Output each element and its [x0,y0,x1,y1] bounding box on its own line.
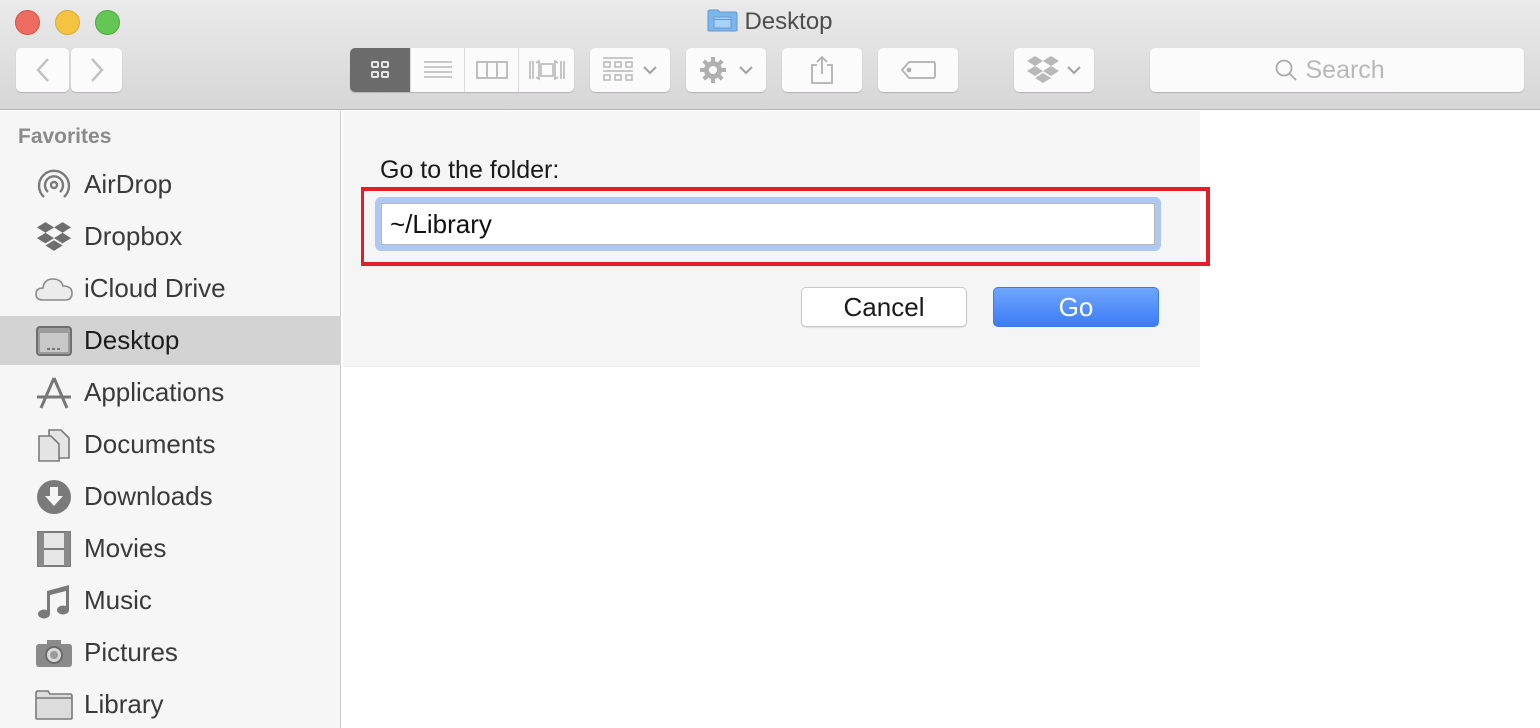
folder-path-input[interactable] [381,203,1155,245]
sidebar-item-label: Documents [84,429,216,459]
sidebar-item-icloud-drive[interactable]: iCloud Drive [0,264,341,313]
chevron-down-icon [739,66,753,75]
sidebar-item-label: Dropbox [84,221,183,251]
folder-icon [35,686,73,724]
sidebar-item-label: Applications [84,377,225,407]
grid-arrange-icon [603,57,633,81]
sidebar-item-airdrop[interactable]: AirDrop [0,160,341,209]
dropbox-icon [1027,56,1059,83]
applications-icon [35,374,73,412]
chevron-down-icon [1067,66,1081,75]
sidebar-item-label: Library [84,689,164,719]
icon-view-button[interactable] [350,48,410,92]
cancel-button[interactable]: Cancel [801,287,967,327]
sidebar-item-label: Music [84,585,152,615]
sidebar-heading-favorites: Favorites [18,125,112,148]
sidebar-item-pictures[interactable]: Pictures [0,628,341,677]
share-icon [811,55,833,84]
desktop-icon [35,322,73,360]
tag-button[interactable] [878,48,958,92]
music-note-icon [35,582,73,620]
go-button[interactable]: Go [993,287,1159,327]
sidebar: Favorites AirDrop Dropbox iCloud Drive D… [0,111,341,728]
dropbox-toolbar-button[interactable] [1014,48,1094,92]
action-button[interactable] [686,48,766,92]
chevron-right-icon [90,58,104,82]
sidebar-item-label: Pictures [84,637,178,667]
sidebar-item-movies[interactable]: Movies [0,524,341,573]
sidebar-item-label: Downloads [84,481,213,511]
camera-icon [35,634,73,672]
column-view-button[interactable] [464,48,518,92]
share-button[interactable] [782,48,862,92]
sidebar-item-label: AirDrop [84,169,173,199]
dropbox-icon [35,218,73,256]
sidebar-item-desktop[interactable]: Desktop [0,316,341,365]
tag-icon [900,61,936,79]
sidebar-item-label: iCloud Drive [84,273,226,303]
sidebar-item-music[interactable]: Music [0,576,341,625]
column-view-icon [475,61,508,79]
sidebar-item-dropbox[interactable]: Dropbox [0,212,341,261]
airdrop-icon [35,166,73,204]
gear-icon [700,57,726,83]
cover-flow-view-button[interactable] [518,48,574,92]
window-title-text: Desktop [744,8,833,35]
search-icon [1275,59,1297,81]
sidebar-item-applications[interactable]: Applications [0,368,341,417]
toolbar: Desktop [0,0,1540,110]
sidebar-item-label: Desktop [84,325,180,355]
back-button[interactable] [16,48,69,92]
window-title: Desktop [0,8,1540,36]
forward-button[interactable] [71,48,122,92]
search-input[interactable] [1305,55,1401,85]
desktop-folder-icon [707,8,738,32]
sidebar-item-downloads[interactable]: Downloads [0,472,341,521]
list-view-button[interactable] [410,48,464,92]
documents-icon [35,426,73,464]
finder-window: Desktop Search Favorites AirDrop Dropbox… [0,0,1540,728]
sidebar-item-library[interactable]: Library [0,680,341,728]
downloads-icon [35,478,73,516]
icon-view-icon [371,61,389,78]
arrange-button[interactable] [590,48,670,92]
view-mode-segmented-control [350,48,574,92]
go-to-folder-dialog: Go to the folder: Cancel Go [343,111,1210,366]
sidebar-item-documents[interactable]: Documents [0,420,341,469]
search-field[interactable] [1150,48,1524,92]
list-view-icon [423,61,452,78]
go-to-folder-label: Go to the folder: [380,156,560,184]
cover-flow-icon [528,59,565,81]
chevron-left-icon [35,58,49,82]
folder-path-field [375,197,1161,251]
cloud-icon [35,270,73,308]
chevron-down-icon [643,66,657,75]
film-icon [35,530,73,568]
sidebar-item-label: Movies [84,533,167,563]
